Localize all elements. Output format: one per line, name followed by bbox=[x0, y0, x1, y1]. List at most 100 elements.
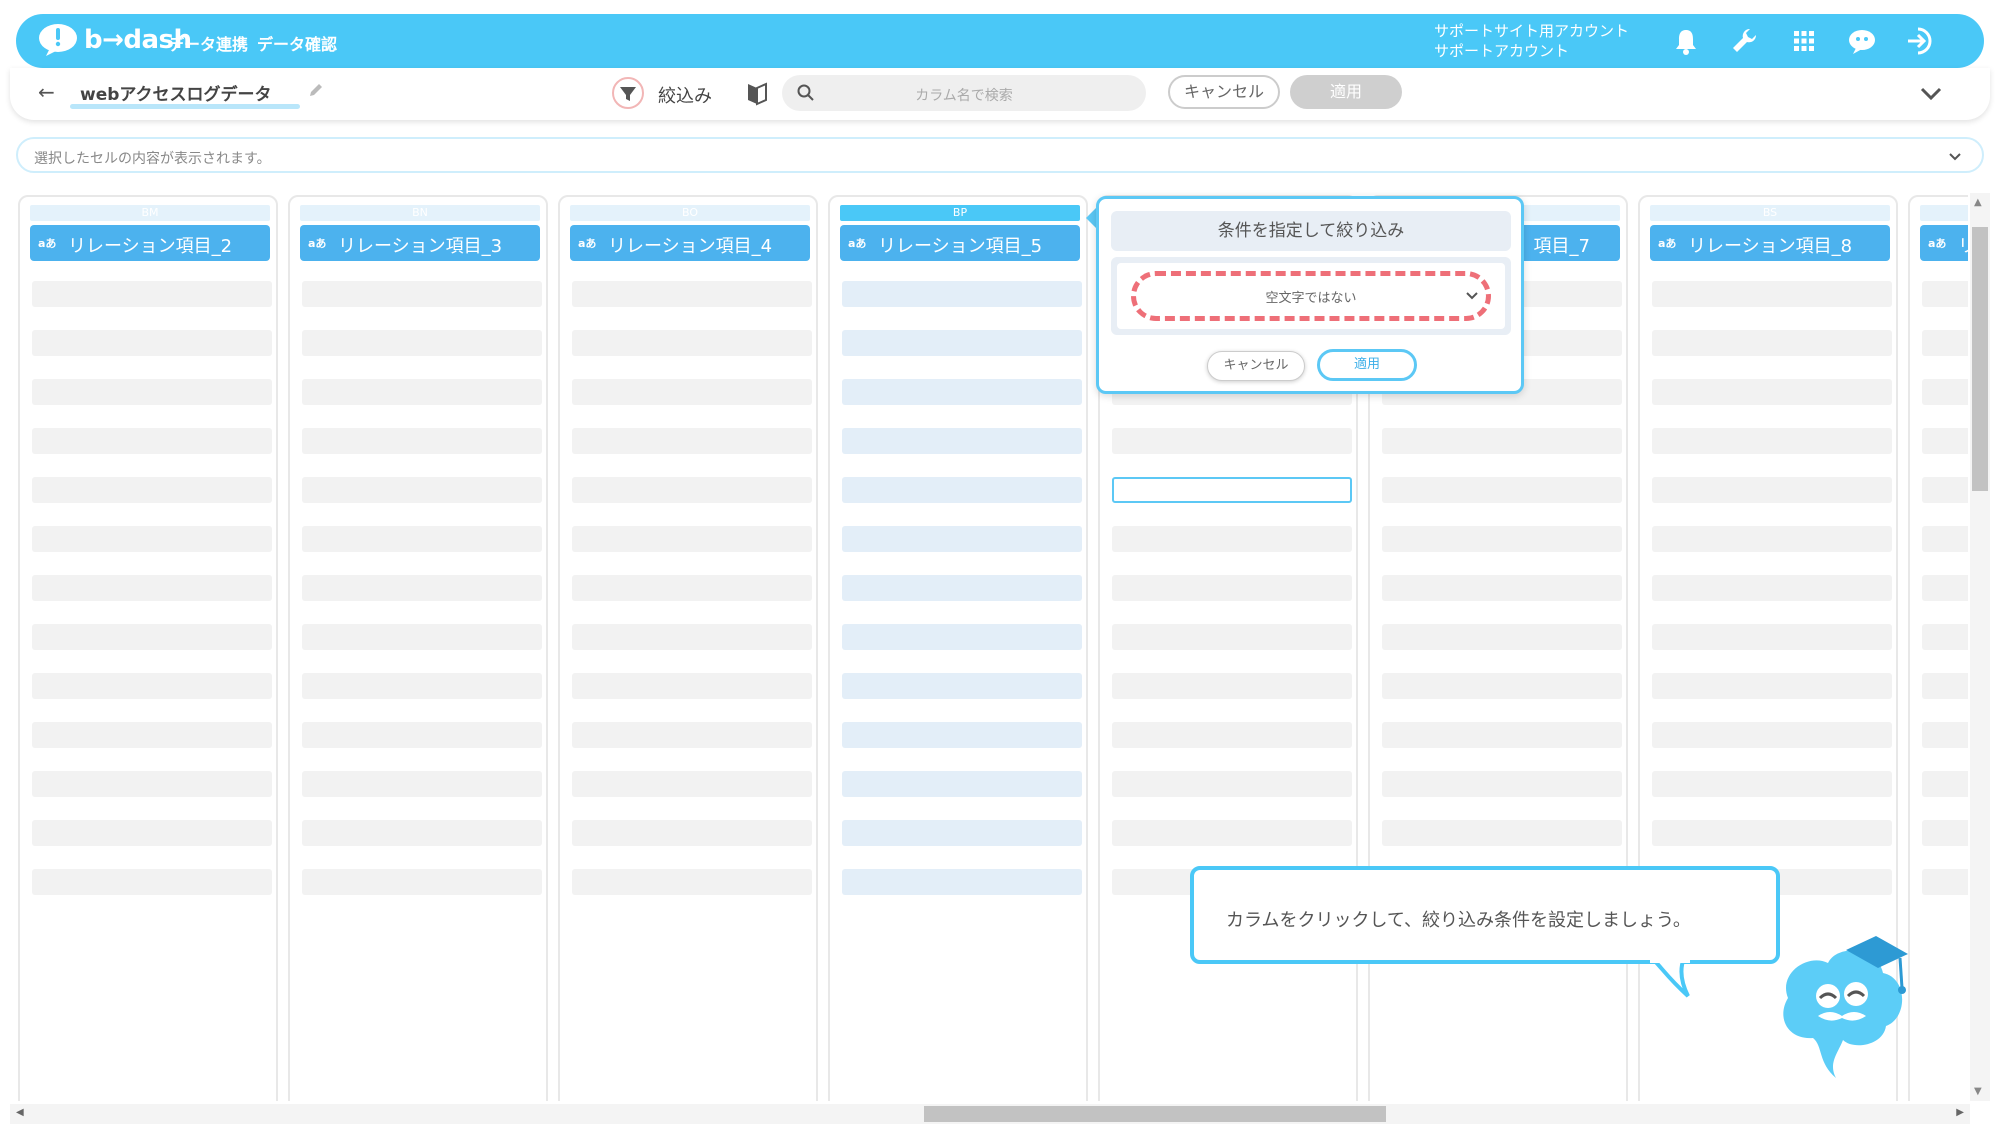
table-cell[interactable] bbox=[572, 673, 812, 699]
table-cell[interactable] bbox=[1922, 771, 1968, 797]
table-cell[interactable] bbox=[1382, 575, 1622, 601]
table-cell[interactable] bbox=[1112, 575, 1352, 601]
table-cell[interactable] bbox=[572, 771, 812, 797]
table-cell[interactable] bbox=[1652, 330, 1892, 356]
table-cell[interactable] bbox=[842, 330, 1082, 356]
table-cell[interactable] bbox=[1382, 673, 1622, 699]
table-cell[interactable] bbox=[842, 281, 1082, 307]
chevron-down-icon[interactable] bbox=[1918, 80, 1944, 106]
horizontal-scroll-thumb[interactable] bbox=[924, 1106, 1386, 1122]
column-header[interactable]: aあ リレーション項目_5 bbox=[840, 225, 1080, 261]
table-cell[interactable] bbox=[302, 820, 542, 846]
table-cell[interactable] bbox=[1652, 722, 1892, 748]
table-cell[interactable] bbox=[1382, 526, 1622, 552]
toolbar-cancel-button[interactable]: キャンセル bbox=[1168, 75, 1280, 109]
table-cell[interactable] bbox=[1112, 722, 1352, 748]
table-cell[interactable] bbox=[1922, 379, 1968, 405]
table-cell[interactable] bbox=[1652, 379, 1892, 405]
table-cell[interactable] bbox=[1382, 771, 1622, 797]
bell-icon[interactable] bbox=[1670, 25, 1702, 57]
column-search-input[interactable]: カラム名で検索 bbox=[782, 75, 1146, 111]
table-cell[interactable] bbox=[1922, 281, 1968, 307]
table-cell[interactable] bbox=[32, 771, 272, 797]
scroll-down-icon[interactable]: ▼ bbox=[1974, 1086, 1982, 1097]
table-cell[interactable] bbox=[572, 869, 812, 895]
table-cell[interactable] bbox=[842, 624, 1082, 650]
table-cell[interactable] bbox=[302, 771, 542, 797]
table-cell[interactable] bbox=[32, 281, 272, 307]
scroll-left-icon[interactable]: ◀ bbox=[16, 1107, 24, 1118]
table-cell[interactable] bbox=[1922, 820, 1968, 846]
beginner-mark-icon[interactable] bbox=[746, 80, 768, 106]
table-cell[interactable] bbox=[1652, 624, 1892, 650]
table-cell[interactable] bbox=[1652, 428, 1892, 454]
table-cell[interactable] bbox=[1112, 526, 1352, 552]
logout-icon[interactable] bbox=[1904, 25, 1936, 57]
table-cell[interactable] bbox=[572, 477, 812, 503]
table-title[interactable]: webアクセスログデータ bbox=[80, 80, 272, 105]
table-cell[interactable] bbox=[32, 869, 272, 895]
table-cell[interactable] bbox=[32, 820, 272, 846]
table-cell[interactable] bbox=[1652, 526, 1892, 552]
wrench-icon[interactable] bbox=[1728, 25, 1760, 57]
table-cell[interactable] bbox=[1922, 330, 1968, 356]
table-cell[interactable] bbox=[1652, 281, 1892, 307]
table-cell[interactable] bbox=[302, 526, 542, 552]
table-cell[interactable] bbox=[572, 624, 812, 650]
table-cell[interactable] bbox=[302, 330, 542, 356]
vertical-scroll-thumb[interactable] bbox=[1972, 227, 1988, 491]
filter-label[interactable]: 絞込み bbox=[658, 82, 712, 108]
table-cell[interactable] bbox=[1922, 624, 1968, 650]
horizontal-scrollbar[interactable]: ◀ ▶ bbox=[10, 1104, 1970, 1124]
table-cell[interactable] bbox=[842, 526, 1082, 552]
table-cell[interactable] bbox=[32, 722, 272, 748]
table-cell[interactable] bbox=[1652, 673, 1892, 699]
apps-grid-icon[interactable] bbox=[1788, 25, 1820, 57]
table-cell[interactable] bbox=[1112, 624, 1352, 650]
scroll-up-icon[interactable]: ▲ bbox=[1974, 197, 1982, 208]
table-cell[interactable] bbox=[572, 330, 812, 356]
vertical-scrollbar[interactable]: ▲ ▼ bbox=[1970, 193, 1990, 1101]
table-cell[interactable] bbox=[1112, 673, 1352, 699]
table-cell[interactable] bbox=[1652, 771, 1892, 797]
table-cell[interactable] bbox=[572, 281, 812, 307]
table-cell[interactable] bbox=[1652, 575, 1892, 601]
arrow-left-icon[interactable]: ← bbox=[38, 80, 55, 104]
table-cell[interactable] bbox=[842, 820, 1082, 846]
table-cell[interactable] bbox=[1922, 477, 1968, 503]
table-cell[interactable] bbox=[1382, 477, 1622, 503]
table-cell[interactable] bbox=[302, 379, 542, 405]
table-cell[interactable] bbox=[302, 281, 542, 307]
table-cell[interactable] bbox=[572, 526, 812, 552]
table-cell[interactable] bbox=[302, 428, 542, 454]
table-cell[interactable] bbox=[572, 575, 812, 601]
scroll-right-icon[interactable]: ▶ bbox=[1956, 1107, 1964, 1118]
column-header[interactable]: aあ リレーション項目_8 bbox=[1650, 225, 1890, 261]
grid-column[interactable]: BM aあ リレーション項目_2 bbox=[18, 195, 278, 1101]
table-cell[interactable] bbox=[572, 379, 812, 405]
chevron-down-icon[interactable] bbox=[1946, 147, 1964, 165]
table-cell[interactable] bbox=[302, 869, 542, 895]
table-cell[interactable] bbox=[1922, 526, 1968, 552]
grid-column[interactable]: BP aあ リレーション項目_5 bbox=[828, 195, 1088, 1101]
table-cell[interactable] bbox=[1112, 477, 1352, 503]
table-cell[interactable] bbox=[302, 673, 542, 699]
column-header[interactable]: aあ項目_7 bbox=[1520, 225, 1620, 261]
toolbar-apply-button[interactable]: 適用 bbox=[1290, 75, 1402, 109]
table-cell[interactable] bbox=[32, 330, 272, 356]
table-cell[interactable] bbox=[842, 379, 1082, 405]
table-cell[interactable] bbox=[32, 575, 272, 601]
table-cell[interactable] bbox=[842, 477, 1082, 503]
chat-robot-icon[interactable] bbox=[1846, 25, 1878, 57]
column-header[interactable]: aあ リレーション項目_4 bbox=[570, 225, 810, 261]
table-cell[interactable] bbox=[1382, 820, 1622, 846]
table-cell[interactable] bbox=[32, 673, 272, 699]
condition-select[interactable]: 空文字ではない bbox=[1117, 263, 1505, 329]
grid-column[interactable]: BN aあ リレーション項目_3 bbox=[288, 195, 548, 1101]
column-header[interactable]: aあ リレーション項目_2 bbox=[30, 225, 270, 261]
account-info[interactable]: サポートサイト用アカウント サポートアカウント bbox=[1434, 21, 1629, 61]
table-cell[interactable] bbox=[842, 722, 1082, 748]
table-cell[interactable] bbox=[1652, 477, 1892, 503]
filter-button[interactable] bbox=[612, 77, 644, 109]
table-cell[interactable] bbox=[572, 428, 812, 454]
